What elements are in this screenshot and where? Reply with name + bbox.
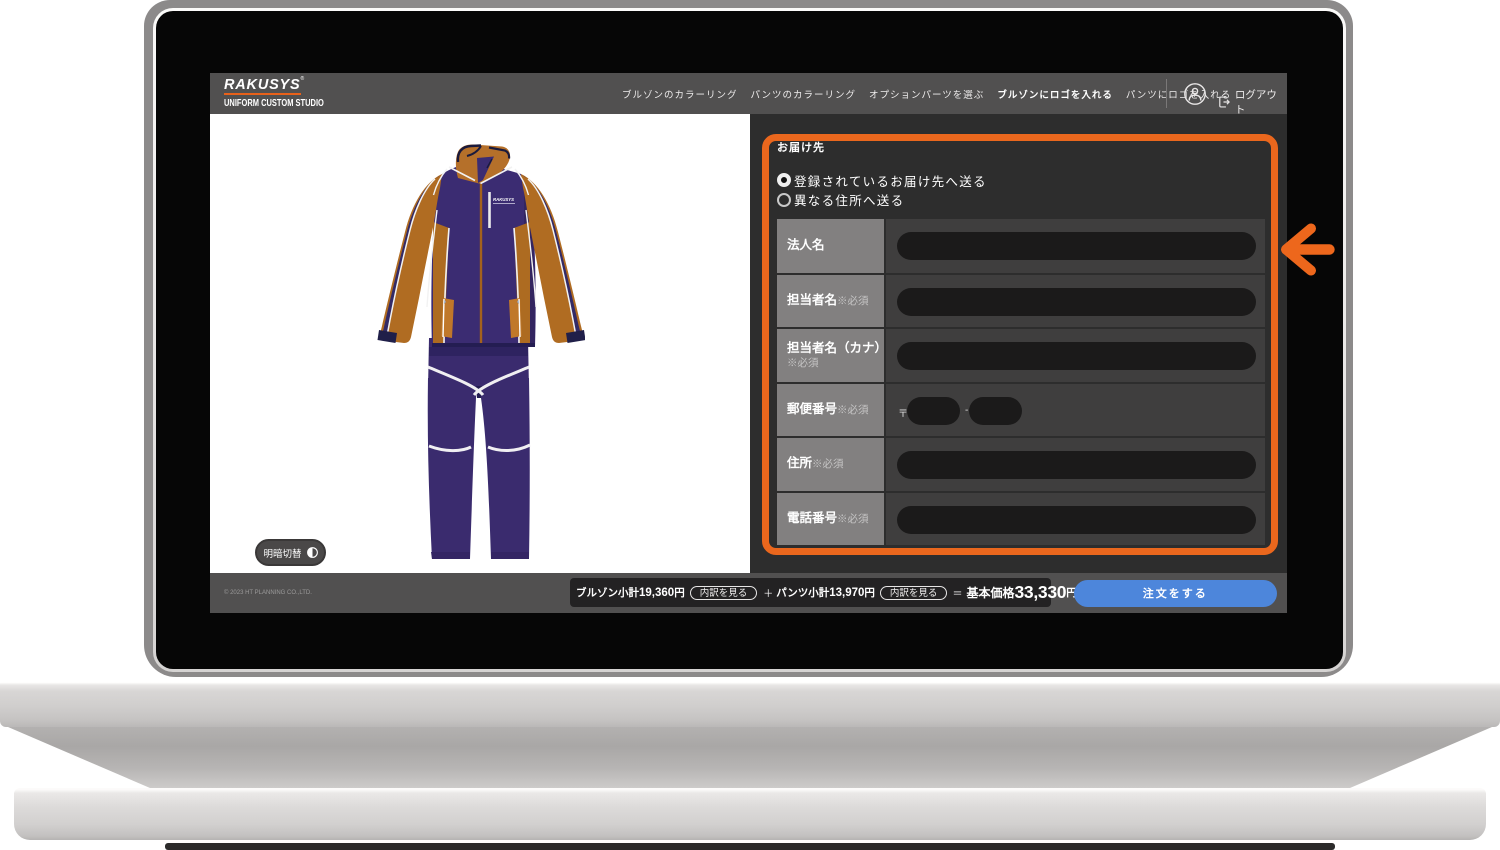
svg-text:RAKUSYS: RAKUSYS: [493, 197, 515, 202]
